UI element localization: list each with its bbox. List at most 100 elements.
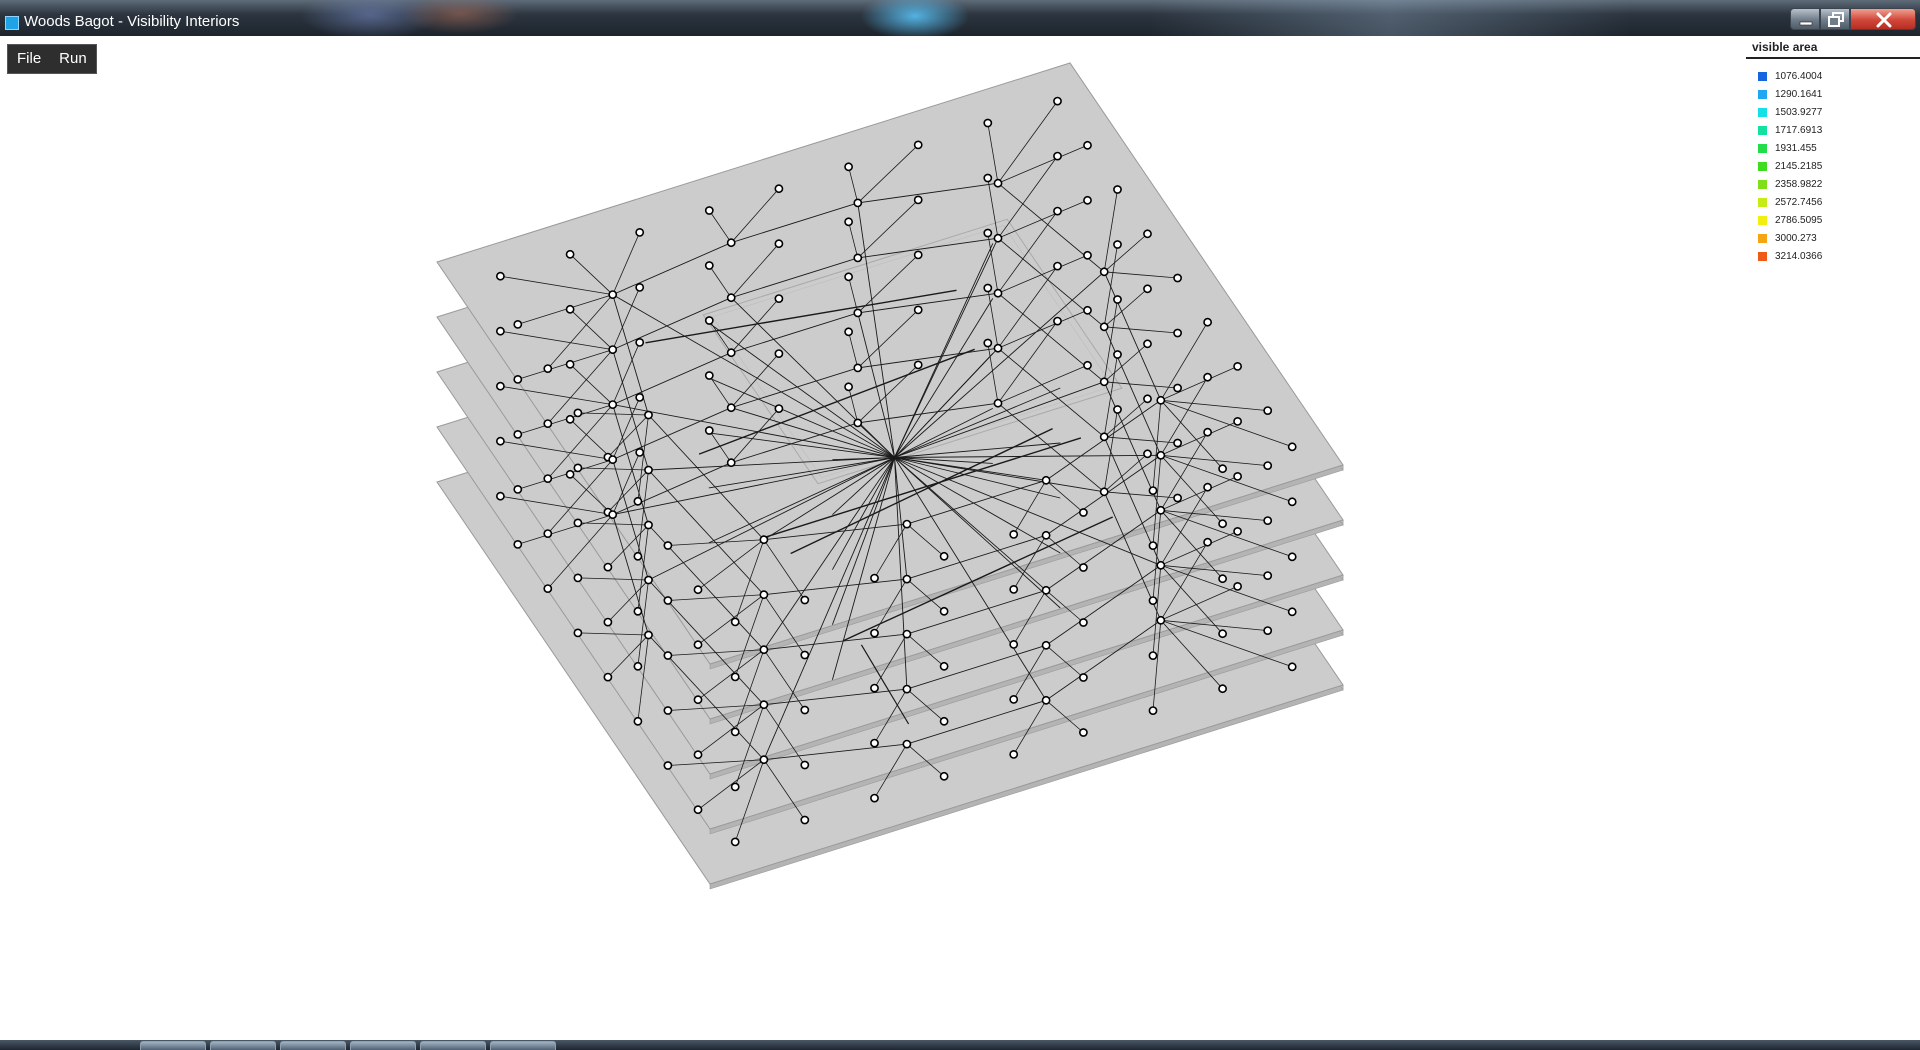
graph-node[interactable]	[939, 716, 949, 726]
graph-node[interactable]	[870, 628, 879, 638]
graph-node[interactable]	[870, 738, 879, 748]
graph-node[interactable]	[800, 760, 810, 770]
graph-node[interactable]	[870, 793, 879, 803]
graph-node[interactable]	[1218, 684, 1227, 694]
graph-node[interactable]	[704, 206, 714, 215]
graph-node[interactable]	[1148, 706, 1158, 715]
graph-node[interactable]	[1053, 96, 1062, 106]
graph-node[interactable]	[913, 195, 923, 205]
graph-node[interactable]	[1041, 695, 1051, 705]
graph-node[interactable]	[1053, 261, 1062, 271]
graph-node[interactable]	[774, 239, 784, 249]
graph-node[interactable]	[513, 539, 523, 549]
graph-node[interactable]	[693, 640, 703, 650]
graph-node[interactable]	[1287, 442, 1297, 452]
graph-node[interactable]	[693, 750, 703, 760]
graph-node[interactable]	[543, 584, 553, 593]
graph-node[interactable]	[513, 484, 523, 494]
graph-node[interactable]	[1173, 328, 1182, 338]
graph-node[interactable]	[1263, 406, 1273, 415]
graph-node[interactable]	[495, 491, 505, 501]
graph-node[interactable]	[1233, 416, 1242, 426]
graph-node[interactable]	[1156, 395, 1166, 405]
taskbar-item[interactable]	[280, 1041, 346, 1050]
graph-node[interactable]	[1041, 475, 1051, 485]
graph-node[interactable]	[939, 551, 949, 561]
graph-node[interactable]	[1083, 305, 1092, 315]
graph-node[interactable]	[902, 739, 912, 749]
taskbar-item[interactable]	[420, 1041, 486, 1050]
graph-node[interactable]	[913, 140, 923, 150]
graph-node[interactable]	[1287, 552, 1297, 562]
graph-node[interactable]	[1218, 629, 1227, 639]
graph-node[interactable]	[573, 628, 583, 638]
graph-node[interactable]	[1143, 394, 1152, 404]
graph-node[interactable]	[1263, 626, 1273, 635]
graph-node[interactable]	[913, 360, 923, 370]
graph-node[interactable]	[1263, 516, 1273, 525]
graph-node[interactable]	[844, 382, 853, 392]
graph-node[interactable]	[1079, 673, 1088, 682]
graph-node[interactable]	[565, 304, 575, 314]
graph-node[interactable]	[1233, 361, 1242, 371]
graph-node[interactable]	[1287, 497, 1297, 507]
graph-node[interactable]	[543, 529, 553, 538]
graph-node[interactable]	[1009, 529, 1019, 539]
graph-node[interactable]	[633, 716, 643, 726]
graph-node[interactable]	[759, 535, 769, 545]
graph-node[interactable]	[608, 400, 618, 409]
graph-node[interactable]	[495, 436, 505, 446]
graph-node[interactable]	[663, 541, 673, 550]
graph-node[interactable]	[693, 805, 703, 815]
graph-node[interactable]	[1053, 316, 1062, 326]
graph-node[interactable]	[983, 283, 993, 293]
graph-node[interactable]	[1173, 438, 1182, 448]
maximize-button[interactable]	[1820, 8, 1850, 30]
graph-node[interactable]	[1148, 596, 1158, 605]
graph-node[interactable]	[1263, 461, 1273, 470]
graph-node[interactable]	[730, 617, 740, 627]
graph-node[interactable]	[726, 293, 736, 303]
graph-node[interactable]	[1173, 273, 1182, 283]
graph-node[interactable]	[603, 617, 613, 627]
graph-node[interactable]	[603, 562, 613, 572]
graph-node[interactable]	[1041, 530, 1051, 540]
graph-node[interactable]	[1009, 695, 1019, 704]
graph-node[interactable]	[608, 510, 618, 519]
graph-node[interactable]	[1113, 405, 1122, 414]
graph-node[interactable]	[1156, 505, 1166, 515]
graph-node[interactable]	[573, 518, 583, 528]
graph-node[interactable]	[543, 474, 553, 483]
graph-node[interactable]	[663, 651, 673, 660]
graph-node[interactable]	[1079, 508, 1088, 517]
graph-node[interactable]	[663, 596, 673, 605]
graph-node[interactable]	[774, 294, 784, 303]
minimize-button[interactable]	[1790, 8, 1820, 30]
graph-node[interactable]	[1099, 377, 1109, 387]
graph-node[interactable]	[993, 178, 1003, 188]
graph-node[interactable]	[495, 271, 505, 281]
graph-node[interactable]	[1099, 322, 1109, 332]
graph-node[interactable]	[644, 465, 653, 475]
graph-node[interactable]	[1143, 284, 1152, 294]
graph-node[interactable]	[513, 319, 523, 329]
graph-node[interactable]	[573, 408, 583, 418]
taskbar-item[interactable]	[490, 1041, 556, 1050]
graph-node[interactable]	[774, 404, 784, 413]
graph-node[interactable]	[1079, 618, 1088, 627]
graph-node[interactable]	[633, 496, 643, 506]
graph-node[interactable]	[902, 629, 912, 639]
graph-node[interactable]	[663, 706, 673, 715]
graph-node[interactable]	[693, 695, 703, 705]
graph-node[interactable]	[1156, 450, 1166, 460]
graph-node[interactable]	[983, 118, 993, 128]
graph-node[interactable]	[1143, 449, 1152, 459]
graph-node[interactable]	[902, 574, 912, 584]
graph-node[interactable]	[1113, 350, 1122, 359]
graph-node[interactable]	[1113, 240, 1122, 249]
graph-node[interactable]	[1009, 640, 1019, 649]
graph-node[interactable]	[644, 520, 653, 530]
graph-node[interactable]	[1148, 651, 1158, 660]
graph-node[interactable]	[1203, 372, 1212, 382]
graph-node[interactable]	[759, 755, 769, 765]
